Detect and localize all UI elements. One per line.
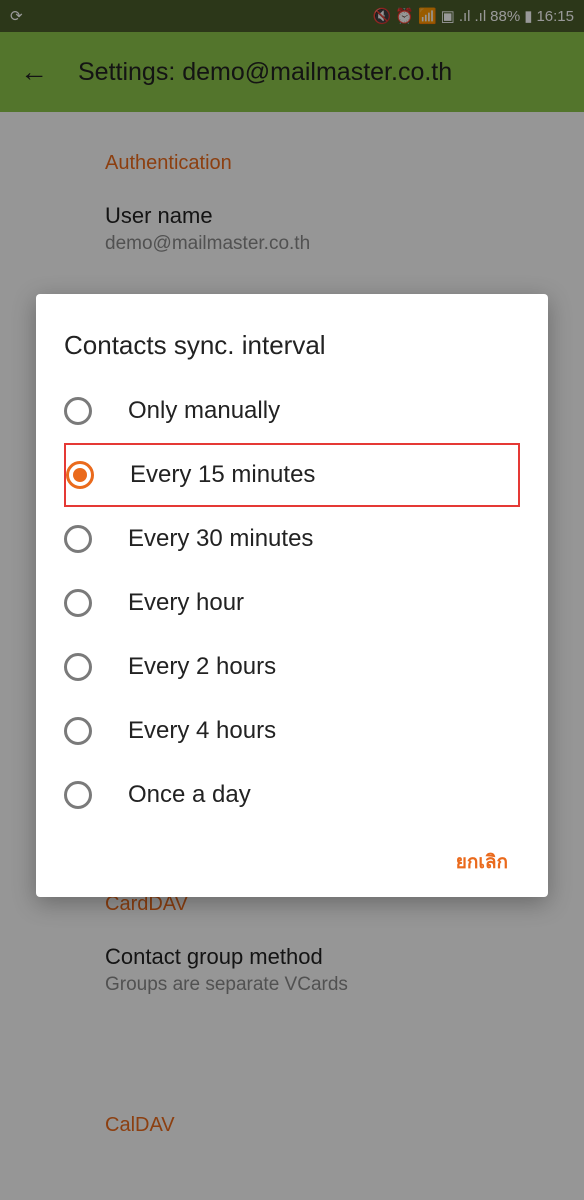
radio-icon xyxy=(64,525,92,553)
radio-icon-selected xyxy=(66,461,94,489)
option-label: Every 15 minutes xyxy=(130,461,315,489)
option-every-4-hours[interactable]: Every 4 hours xyxy=(64,699,520,763)
option-every-30-minutes[interactable]: Every 30 minutes xyxy=(64,507,520,571)
radio-icon xyxy=(64,589,92,617)
dialog-title: Contacts sync. interval xyxy=(64,330,520,361)
option-label: Every 2 hours xyxy=(128,653,276,681)
option-label: Once a day xyxy=(128,781,251,809)
option-every-2-hours[interactable]: Every 2 hours xyxy=(64,635,520,699)
option-every-15-minutes[interactable]: Every 15 minutes xyxy=(64,443,520,507)
option-only-manually[interactable]: Only manually xyxy=(64,379,520,443)
option-label: Every 30 minutes xyxy=(128,525,313,553)
option-once-a-day[interactable]: Once a day xyxy=(64,763,520,827)
sync-interval-dialog: Contacts sync. interval Only manually Ev… xyxy=(36,294,548,897)
option-label: Every 4 hours xyxy=(128,717,276,745)
option-label: Every hour xyxy=(128,589,244,617)
radio-icon xyxy=(64,781,92,809)
radio-icon xyxy=(64,717,92,745)
cancel-button[interactable]: ยกเลิก xyxy=(456,852,508,873)
radio-icon xyxy=(64,397,92,425)
option-every-hour[interactable]: Every hour xyxy=(64,571,520,635)
radio-icon xyxy=(64,653,92,681)
option-label: Only manually xyxy=(128,397,280,425)
